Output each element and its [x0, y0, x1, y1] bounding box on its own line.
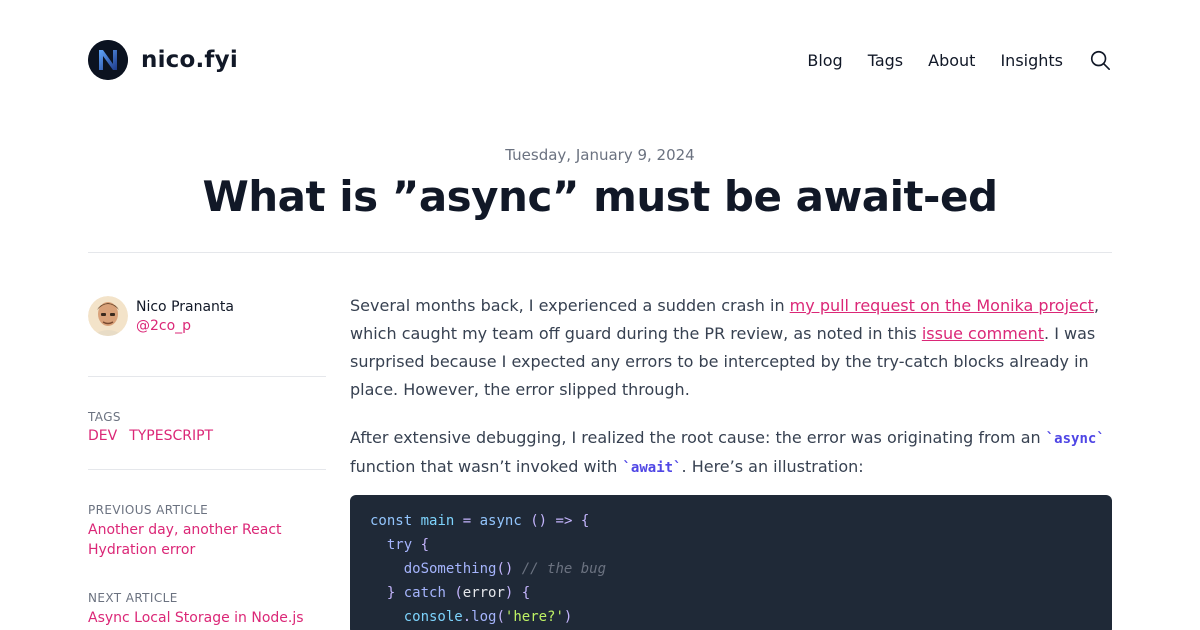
code-line: console.log('here?')	[403, 609, 573, 625]
code-line: } catch (error) {	[386, 585, 531, 601]
main-nav: Blog Tags About Insights	[807, 40, 1112, 80]
author-card: Nico Prananta @2co_p	[88, 296, 326, 338]
inline-code-await: `await`	[622, 460, 682, 476]
tags-label: TAGS	[88, 410, 121, 424]
nav-insights[interactable]: Insights	[1000, 51, 1063, 70]
code-line: doSomething() // the bug	[403, 561, 607, 577]
paragraph: Several months back, I experienced a sud…	[350, 292, 1112, 404]
post-sidebar: Nico Prananta @2co_p TAGS DEV TYPESCRIPT…	[88, 296, 326, 628]
next-article-link[interactable]: Async Local Storage in Node.js	[88, 608, 326, 628]
code-line: try {	[386, 537, 430, 553]
nav-blog[interactable]: Blog	[807, 51, 842, 70]
previous-article-label: PREVIOUS ARTICLE	[88, 503, 209, 517]
nav-about[interactable]: About	[928, 51, 975, 70]
site-name: nico.fyi	[141, 47, 238, 73]
nav-tags[interactable]: Tags	[868, 51, 903, 70]
paragraph-text: . Here’s an illustration:	[681, 457, 864, 476]
logo-icon	[88, 40, 128, 80]
avatar	[88, 296, 128, 336]
sidebar-divider	[88, 469, 326, 470]
author-name: Nico Prananta	[136, 299, 234, 315]
paragraph-text: After extensive debugging, I realized th…	[350, 428, 1046, 447]
tag-dev[interactable]: DEV	[88, 427, 117, 445]
previous-article-link[interactable]: Another day, another React Hydration err…	[88, 520, 326, 560]
sidebar-divider	[88, 376, 326, 377]
tag-typescript[interactable]: TYPESCRIPT	[129, 427, 213, 445]
tags-section: TAGS DEV TYPESCRIPT	[88, 409, 326, 445]
search-button[interactable]	[1088, 48, 1112, 72]
code-block[interactable]: const main = async () => { try { doSomet…	[350, 495, 1112, 630]
code-line: const main = async () => {	[370, 513, 590, 529]
post-content: Several months back, I experienced a sud…	[350, 292, 1112, 630]
inline-code-async: `async`	[1045, 431, 1105, 447]
search-icon	[1090, 50, 1110, 70]
previous-article-section: PREVIOUS ARTICLE Another day, another Re…	[88, 502, 326, 560]
paragraph-text: Several months back, I experienced a sud…	[350, 296, 790, 315]
next-article-label: NEXT ARTICLE	[88, 591, 178, 605]
paragraph: After extensive debugging, I realized th…	[350, 424, 1112, 482]
next-article-section: NEXT ARTICLE Async Local Storage in Node…	[88, 590, 326, 628]
pull-request-link[interactable]: my pull request on the Monika project	[790, 296, 1094, 315]
site-header: nico.fyi Blog Tags About Insights	[88, 40, 1112, 80]
post-date: Tuesday, January 9, 2024	[505, 146, 695, 164]
header-divider	[88, 252, 1112, 253]
author-handle-link[interactable]: @2co_p	[136, 316, 234, 336]
issue-comment-link[interactable]: issue comment	[922, 324, 1044, 343]
post-title: What is ”async” must be await-ed	[202, 172, 998, 221]
paragraph-text: function that wasn’t invoked with	[350, 457, 623, 476]
brand-link[interactable]: nico.fyi	[88, 40, 238, 80]
